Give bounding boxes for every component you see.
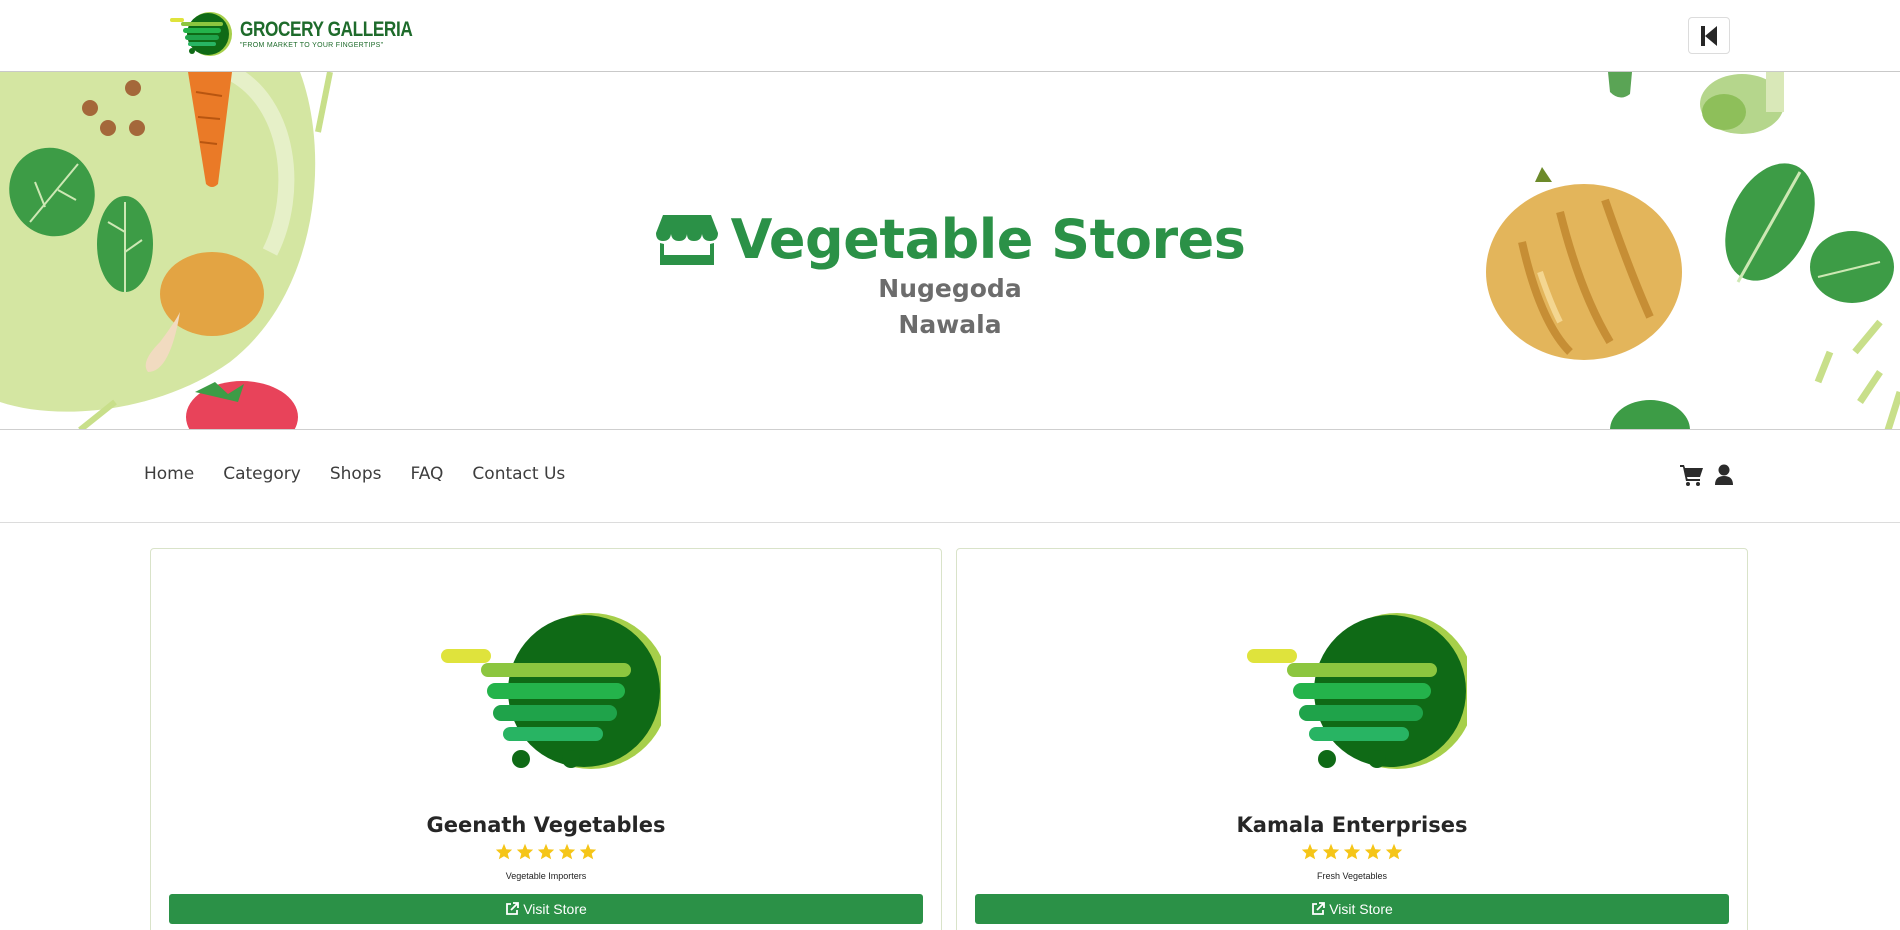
store-icon <box>655 214 718 265</box>
store-rating <box>151 843 941 860</box>
external-link-icon <box>1312 902 1326 915</box>
store-description: Vegetable Importers <box>505 871 587 881</box>
brand-tagline: "FROM MARKET TO YOUR FINGERTIPS" <box>240 42 384 49</box>
visit-store-button[interactable]: Visit Store <box>169 894 923 924</box>
star-icon <box>516 843 534 860</box>
nav-link-contact-us[interactable]: Contact Us <box>472 464 565 484</box>
store-rating <box>957 843 1747 860</box>
cart-logo-icon <box>170 12 232 56</box>
nav-link-shops[interactable]: Shops <box>330 464 382 484</box>
visit-store-label: Visit Store <box>1329 901 1393 917</box>
star-icon <box>1385 843 1403 860</box>
store-logo-icon <box>1247 613 1467 769</box>
location-nugegoda: Nugegoda <box>878 274 1022 303</box>
cart-button[interactable] <box>1680 464 1704 486</box>
store-card: Geenath Vegetables Vegetable Importers V… <box>150 548 942 930</box>
account-button[interactable] <box>1714 464 1734 486</box>
star-icon <box>579 843 597 860</box>
nav-link-category[interactable]: Category <box>223 464 301 484</box>
external-link-icon <box>506 902 520 915</box>
store-name: Geenath Vegetables <box>426 813 666 837</box>
store-description: Fresh Vegetables <box>1316 871 1388 881</box>
visit-store-label: Visit Store <box>523 901 587 917</box>
brand-logo[interactable]: GROCERY GALLERIA "FROM MARKET TO YOUR FI… <box>168 8 413 60</box>
nav-link-home[interactable]: Home <box>144 464 194 484</box>
brand-name: GROCERY GALLERIA <box>240 18 413 41</box>
top-bar: GROCERY GALLERIA "FROM MARKET TO YOUR FI… <box>0 0 1900 72</box>
cart-icon <box>1680 465 1703 486</box>
page-title: Vegetable Stores <box>730 208 1246 271</box>
hero-content: Vegetable Stores Nugegoda Nawala <box>0 208 1900 343</box>
store-name: Kamala Enterprises <box>1236 813 1468 837</box>
star-icon <box>1322 843 1340 860</box>
user-icon <box>1715 464 1733 485</box>
store-card: Kamala Enterprises Fresh Vegetables Visi… <box>956 548 1748 930</box>
star-icon <box>495 843 513 860</box>
star-icon <box>558 843 576 860</box>
visit-store-button[interactable]: Visit Store <box>975 894 1729 924</box>
star-icon <box>1343 843 1361 860</box>
star-icon <box>1301 843 1319 860</box>
nav-link-faq[interactable]: FAQ <box>410 464 443 484</box>
location-nawala: Nawala <box>898 310 1002 339</box>
backward-step-icon <box>1701 25 1717 46</box>
back-button[interactable] <box>1688 17 1730 54</box>
hero-banner: Vegetable Stores Nugegoda Nawala <box>0 72 1900 430</box>
store-logo-icon <box>441 613 661 769</box>
star-icon <box>537 843 555 860</box>
star-icon <box>1364 843 1382 860</box>
main-navigation: Home Category Shops FAQ Contact Us <box>0 430 1900 523</box>
